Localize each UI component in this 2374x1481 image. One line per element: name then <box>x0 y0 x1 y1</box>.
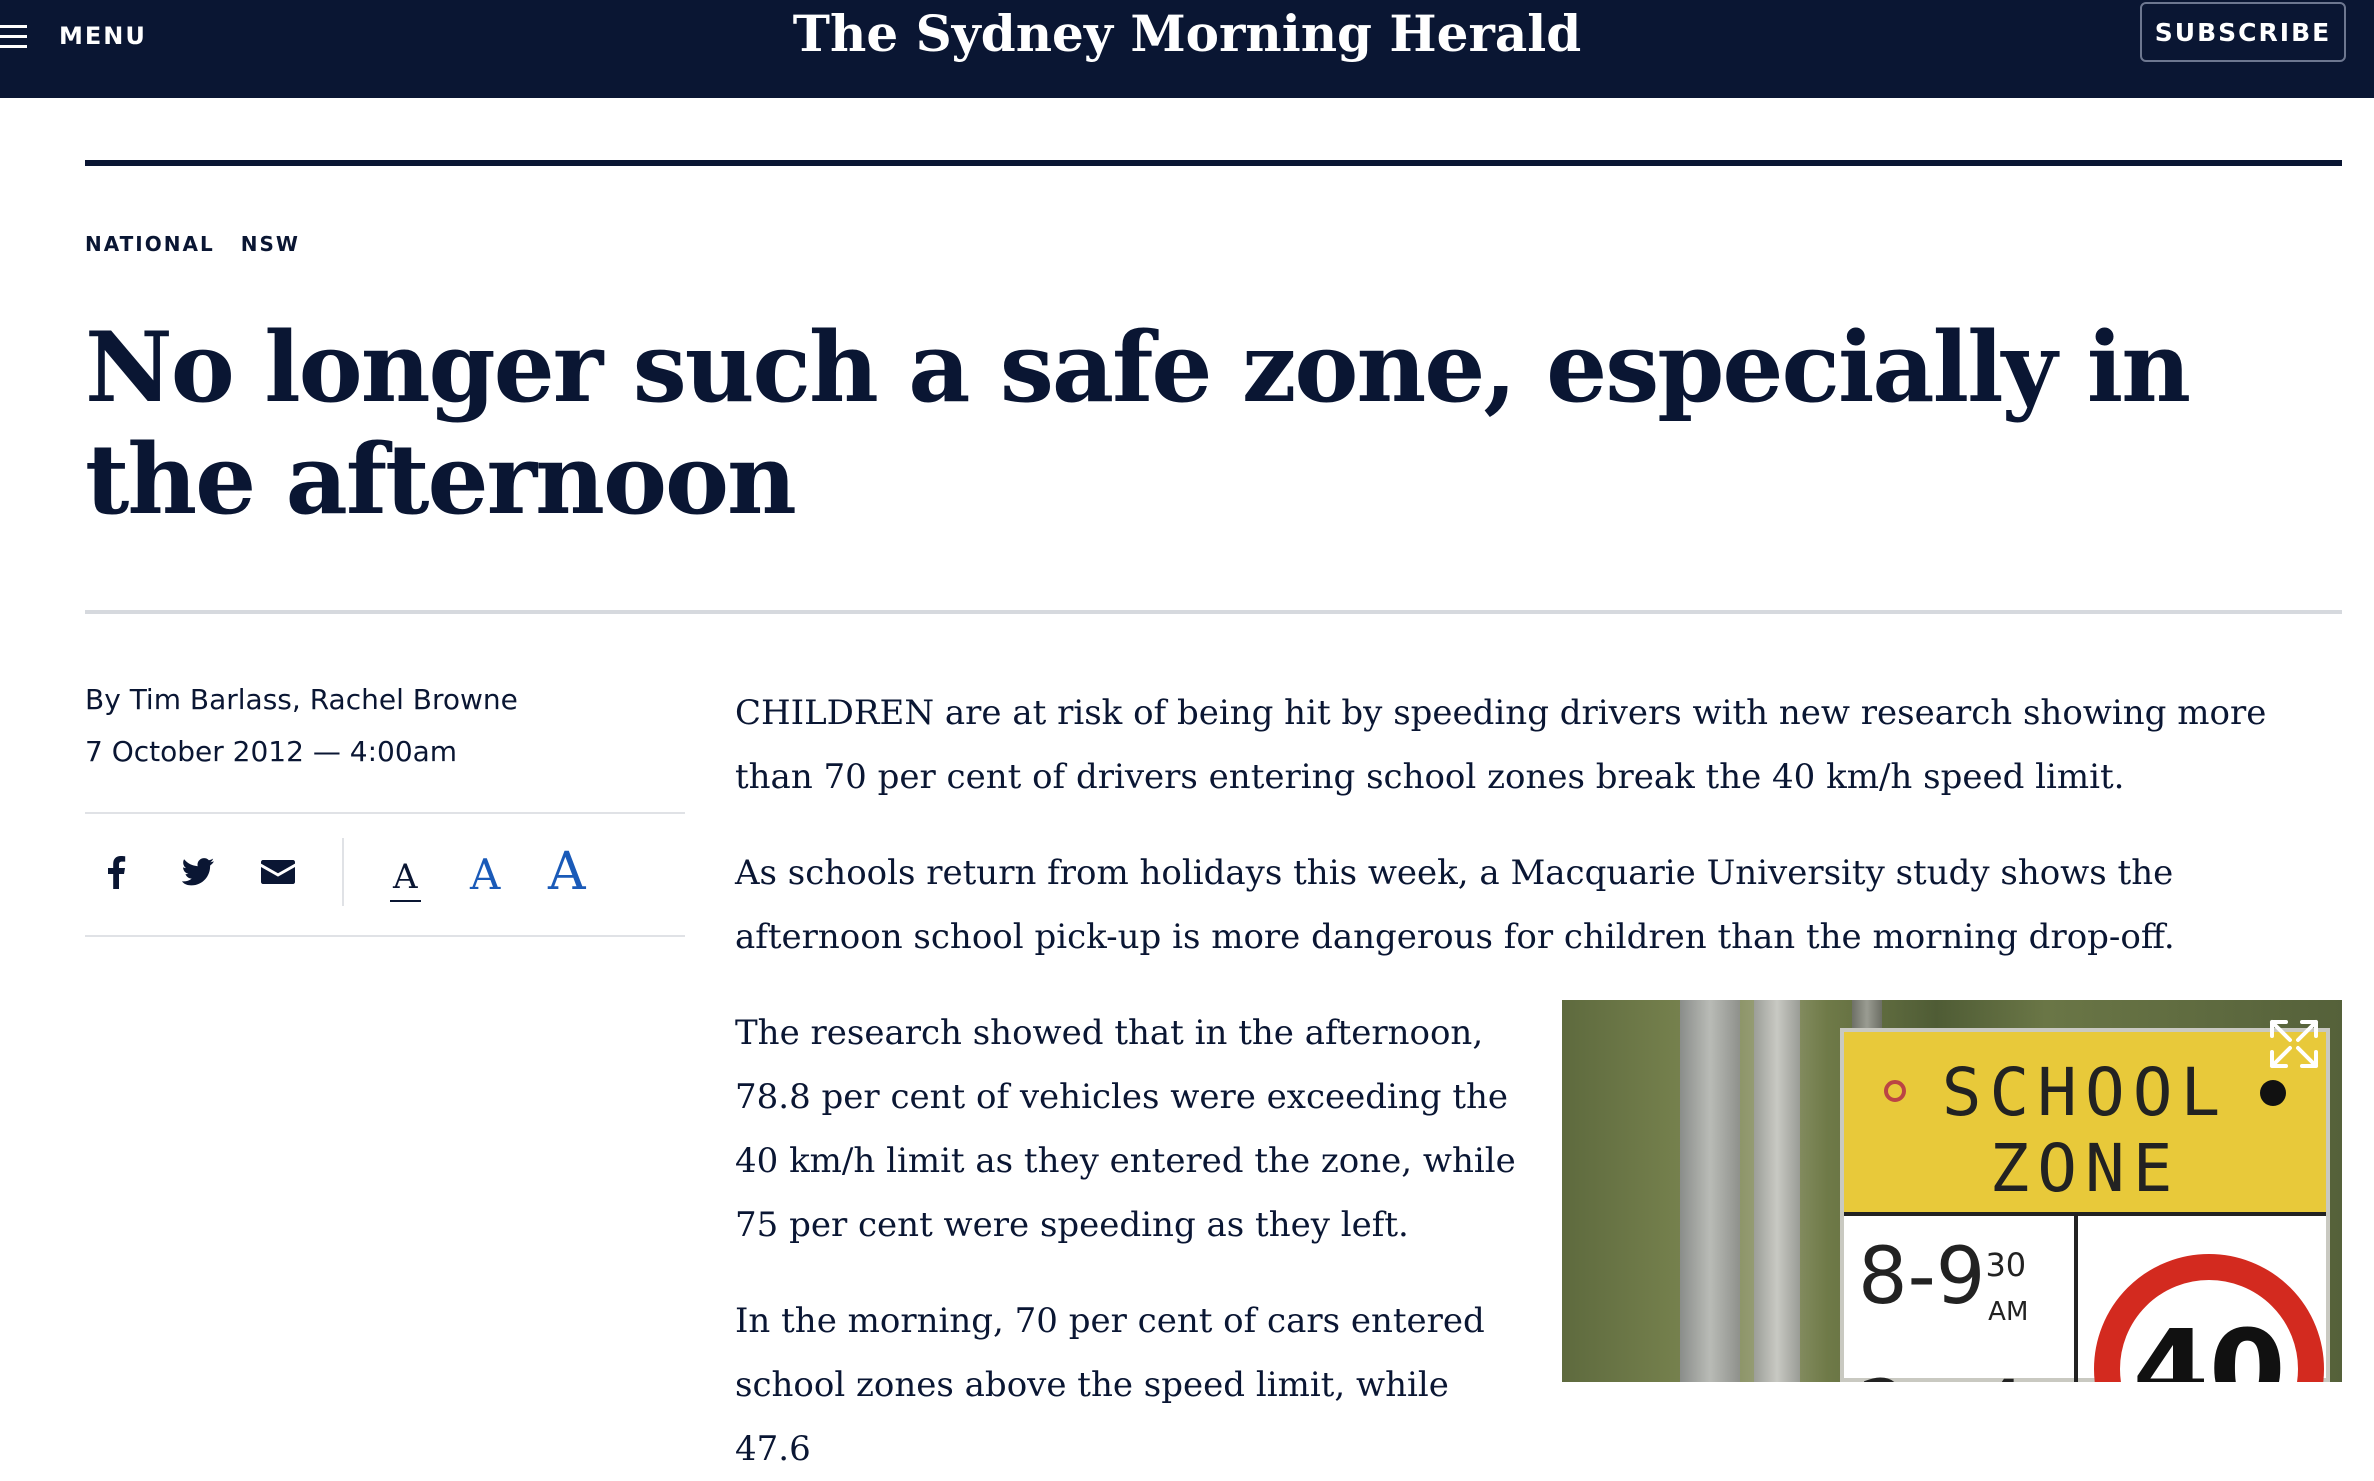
tag-nsw[interactable]: NSW <box>241 232 300 256</box>
sign-line-zone: ZONE <box>1989 1130 2181 1207</box>
top-navigation-bar: MENU The Sydney Morning Herald SUBSCRIBE <box>0 0 2374 98</box>
sign-times: 8-930AM 230-4PM <box>1858 1222 2064 1382</box>
font-size-medium-button[interactable]: A <box>470 854 500 896</box>
author-link-rachel-browne[interactable]: Rachel Browne <box>310 683 518 716</box>
subscribe-button[interactable]: SUBSCRIBE <box>2140 2 2346 62</box>
sign-time-pm: 230-4PM <box>1858 1355 2064 1382</box>
toolbar-separator <box>342 838 344 906</box>
font-size-small-button[interactable]: A <box>390 860 421 902</box>
site-logo-masthead[interactable]: The Sydney Morning Herald <box>0 4 2374 63</box>
article-paragraph: As schools return from holidays this wee… <box>735 853 2175 957</box>
article-paragraph: The research showed that in the afternoo… <box>735 1013 1516 1245</box>
email-icon <box>261 860 295 884</box>
speed-limit-sign: 40 <box>2094 1254 2324 1382</box>
article-paragraph: CHILDREN are at risk of being hit by spe… <box>735 693 2267 797</box>
share-toolbar-bottom-rule <box>85 935 685 937</box>
expand-icon <box>2270 1020 2318 1068</box>
article-category-tags: NATIONAL NSW <box>85 232 300 256</box>
share-email-button[interactable] <box>256 848 300 896</box>
facebook-icon <box>108 856 126 889</box>
article-dateline: 7 October 2012 — 4:00am <box>85 735 457 768</box>
article-headline: No longer such a safe zone, especially i… <box>85 311 2191 536</box>
sign-time-am: 8-930AM <box>1858 1232 2029 1327</box>
byline-prefix: By <box>85 683 130 716</box>
publish-date: 7 October 2012 <box>85 735 304 768</box>
share-facebook-button[interactable] <box>96 848 136 896</box>
tag-national[interactable]: NATIONAL <box>85 232 215 256</box>
article-byline: By Tim Barlass, Rachel Browne <box>85 683 518 716</box>
publish-time: 4:00am <box>349 735 458 768</box>
sign-divider <box>2074 1216 2078 1382</box>
section-divider-top <box>85 160 2342 166</box>
article-photo-school-zone-sign[interactable]: SCHOOL ZONE 8-930AM 230-4PM 40 <box>1562 1000 2342 1382</box>
author-link-tim-barlass[interactable]: Tim Barlass <box>130 683 292 716</box>
headline-divider <box>85 610 2342 614</box>
share-toolbar-top-rule <box>85 812 685 814</box>
sign-line-school: SCHOOL <box>1941 1054 2229 1131</box>
school-zone-sign: SCHOOL ZONE 8-930AM 230-4PM 40 <box>1840 1028 2330 1382</box>
font-size-large-button[interactable]: A <box>548 846 586 898</box>
expand-image-button[interactable] <box>2266 1016 2322 1072</box>
twitter-icon <box>181 858 214 886</box>
date-separator: — <box>303 735 350 768</box>
photo-pole <box>1754 1000 1800 1382</box>
photo-pole <box>1680 1000 1740 1382</box>
sign-header: SCHOOL ZONE <box>1844 1032 2326 1216</box>
share-twitter-button[interactable] <box>176 848 220 896</box>
article-paragraph: In the morning, 70 per cent of cars ente… <box>735 1301 1485 1469</box>
